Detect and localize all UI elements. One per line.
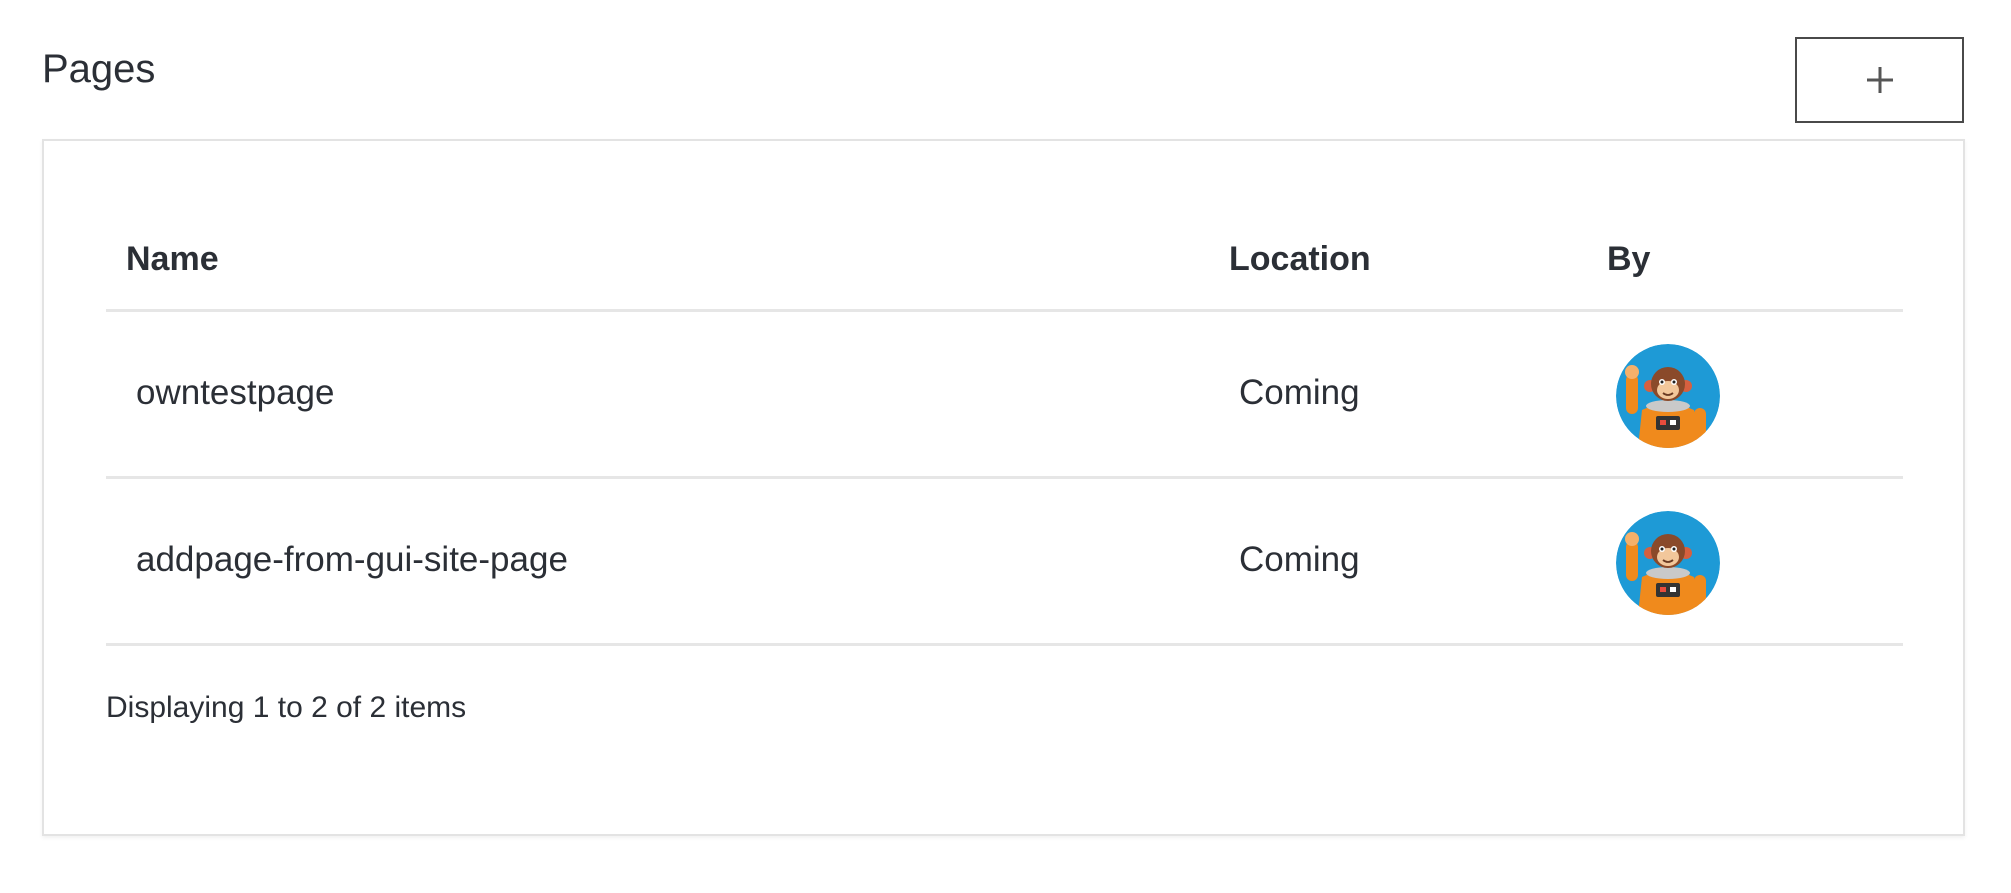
table-row[interactable]: addpage-from-gui-site-page Coming <box>106 479 1903 646</box>
column-header-name[interactable]: Name <box>126 237 219 281</box>
pagination-status: Displaying 1 to 2 of 2 items <box>106 691 467 724</box>
author-avatar-icon[interactable] <box>1616 344 1720 448</box>
pages-card: Name Location By owntestpage Coming addp… <box>42 139 1965 836</box>
page-location: Coming <box>1239 373 1360 412</box>
author-avatar-icon[interactable] <box>1616 511 1720 615</box>
column-header-by[interactable]: By <box>1607 237 1650 281</box>
page-name-link[interactable]: addpage-from-gui-site-page <box>136 537 568 583</box>
column-header-location[interactable]: Location <box>1229 237 1371 281</box>
page-title: Pages <box>42 47 156 91</box>
plus-icon <box>1866 67 1893 93</box>
add-page-button[interactable] <box>1795 37 1964 123</box>
pages-table: Name Location By owntestpage Coming addp… <box>106 211 1903 646</box>
table-row[interactable]: owntestpage Coming <box>106 312 1903 479</box>
page-name-link[interactable]: owntestpage <box>136 370 334 416</box>
page-location: Coming <box>1239 540 1360 579</box>
table-header: Name Location By <box>106 211 1903 312</box>
